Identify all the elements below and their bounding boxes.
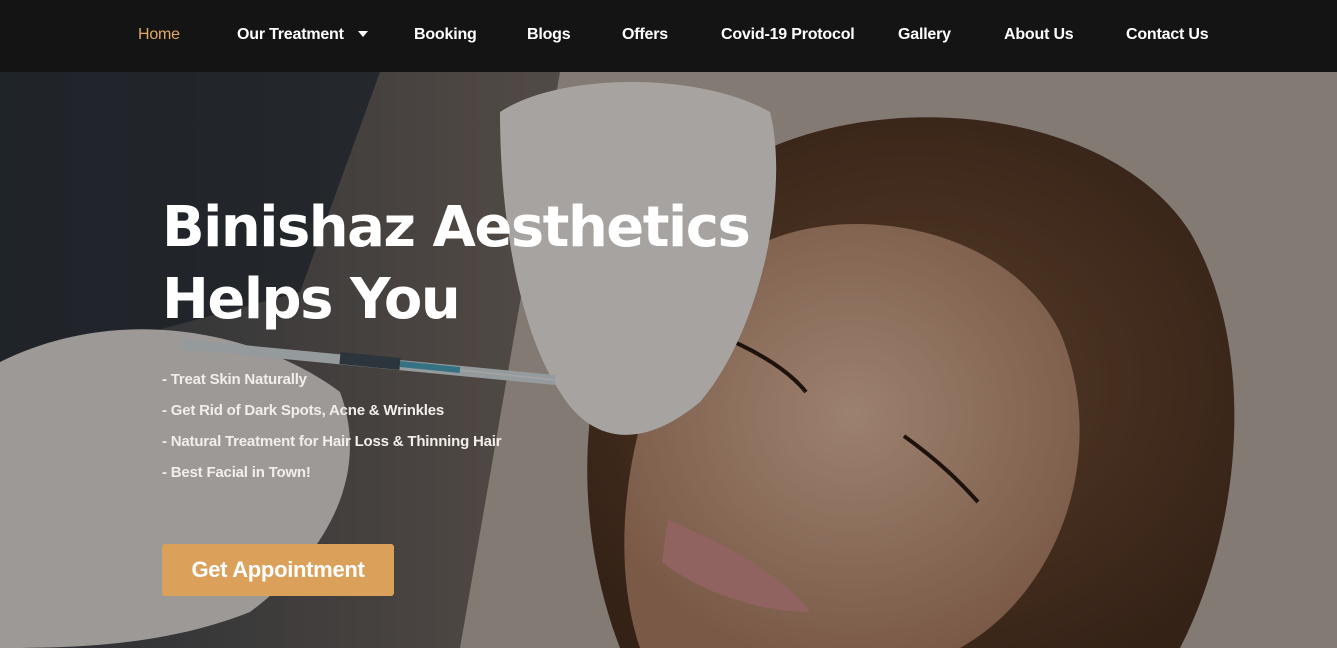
- nav-about-us[interactable]: About Us: [1004, 24, 1074, 46]
- nav-gallery[interactable]: Gallery: [898, 24, 951, 46]
- nav-offers[interactable]: Offers: [622, 24, 668, 46]
- caret-down-icon: [358, 22, 369, 44]
- nav-booking[interactable]: Booking: [414, 24, 477, 46]
- hero-title-line-2: Helps You: [162, 267, 461, 332]
- nav-our-treatment[interactable]: Our Treatment: [237, 22, 369, 46]
- hero-section: Binishaz Aesthetics Helps You - Treat Sk…: [0, 72, 1337, 648]
- feature-item: - Get Rid of Dark Spots, Acne & Wrinkles: [162, 402, 445, 419]
- hero-title: Binishaz Aesthetics Helps You: [162, 192, 782, 336]
- feature-item: - Treat Skin Naturally: [162, 371, 307, 388]
- feature-item: - Best Facial in Town!: [162, 464, 311, 481]
- top-navbar: Home Our Treatment Booking Blogs Offers …: [0, 0, 1337, 72]
- get-appointment-button[interactable]: Get Appointment: [162, 544, 394, 596]
- feature-list: - Treat Skin Naturally - Get Rid of Dark…: [162, 370, 502, 494]
- nav-covid-protocol[interactable]: Covid-19 Protocol: [721, 24, 855, 46]
- feature-item: - Natural Treatment for Hair Loss & Thin…: [162, 433, 502, 450]
- nav-home[interactable]: Home: [138, 24, 180, 46]
- hero-title-line-1: Binishaz Aesthetics: [162, 195, 751, 260]
- nav-our-treatment-label: Our Treatment: [237, 26, 344, 44]
- nav-contact-us[interactable]: Contact Us: [1126, 24, 1209, 46]
- nav-blogs[interactable]: Blogs: [527, 24, 571, 46]
